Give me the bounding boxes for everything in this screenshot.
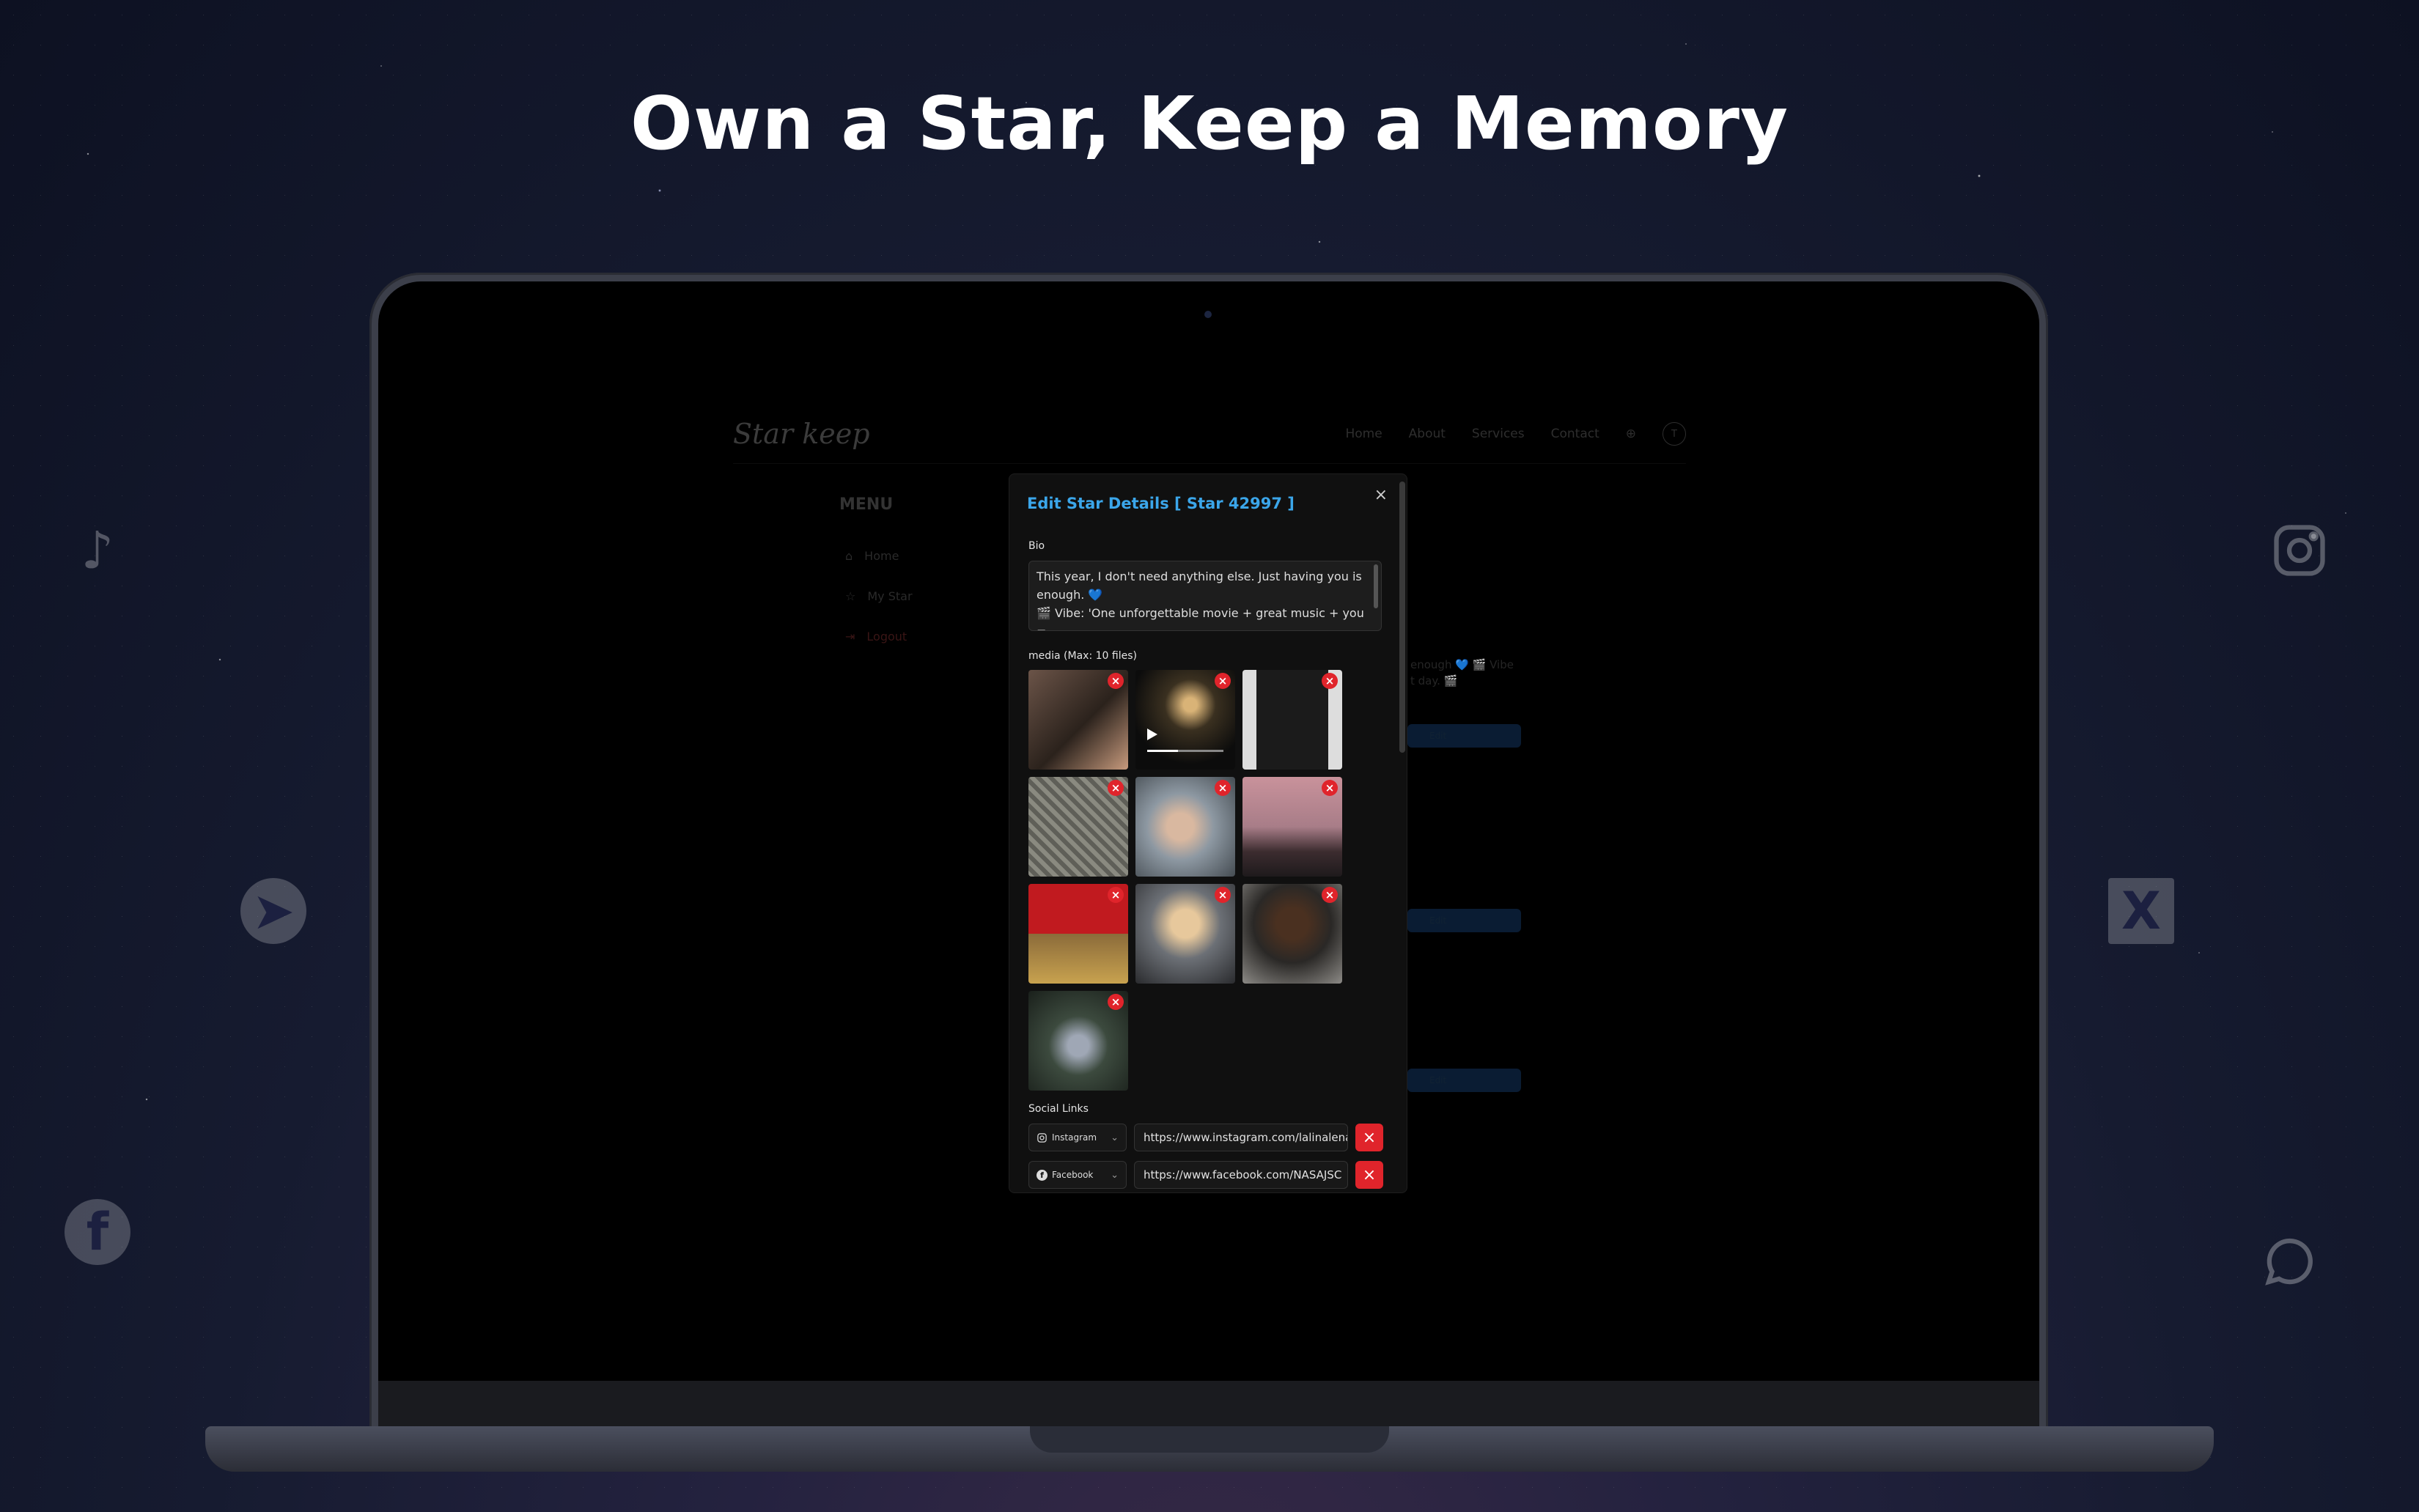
chevron-down-icon: ⌄: [1111, 1169, 1119, 1181]
media-thumbnail[interactable]: ×: [1135, 777, 1235, 877]
media-thumbnail[interactable]: ×: [1242, 777, 1342, 877]
instagram-icon: [1037, 1132, 1047, 1143]
edit-button[interactable]: Edit: [1407, 724, 1521, 748]
x-twitter-icon: X: [2108, 878, 2174, 944]
sidebar-menu: MENU ⌂ Home ☆ My Star ⇥ Logout: [839, 495, 913, 670]
edit-star-modal: Edit Star Details [ Star 42997 ] × Bio T…: [1009, 473, 1407, 1193]
nav-services[interactable]: Services: [1472, 427, 1525, 441]
sidebar-item-home[interactable]: ⌂ Home: [845, 549, 913, 563]
telegram-icon: ➤: [240, 878, 306, 944]
platform-select-value: Facebook: [1052, 1170, 1094, 1180]
logout-icon: ⇥: [845, 630, 855, 643]
sidebar-item-label: Logout: [866, 630, 907, 643]
platform-select-value: Instagram: [1052, 1132, 1097, 1143]
sidebar-item-logout[interactable]: ⇥ Logout: [845, 630, 913, 643]
bio-line: 🎬 Vibe: 'One unforgettable movie + great…: [1037, 606, 1364, 630]
remove-media-icon[interactable]: ×: [1322, 887, 1338, 903]
globe-icon[interactable]: ⊕: [1626, 427, 1636, 441]
webcam: [1204, 311, 1212, 318]
whatsapp-icon: [2256, 1228, 2322, 1294]
sidebar-item-label: My Star: [867, 589, 913, 603]
bg-bio-snippet: enough 💙 🎬 Vibe: [1410, 658, 1514, 671]
nav-about[interactable]: About: [1409, 427, 1446, 441]
close-icon: ×: [1362, 1165, 1377, 1184]
avatar[interactable]: T: [1663, 422, 1686, 446]
remove-media-icon[interactable]: ×: [1215, 673, 1231, 689]
nav-contact[interactable]: Contact: [1551, 427, 1599, 441]
instagram-icon: [2267, 517, 2333, 583]
remove-media-icon[interactable]: ×: [1108, 673, 1124, 689]
bio-line: enough. 💙: [1037, 588, 1103, 602]
remove-media-icon[interactable]: ×: [1322, 673, 1338, 689]
remove-media-icon[interactable]: ×: [1215, 887, 1231, 903]
social-link-row: Instagram ⌄ https://www.instagram.com/la…: [1028, 1124, 1383, 1151]
media-thumbnail[interactable]: ×: [1028, 777, 1128, 877]
home-icon: ⌂: [845, 549, 853, 563]
social-url-input[interactable]: https://www.instagram.com/lalinalena/: [1134, 1124, 1348, 1151]
tiktok-icon: ♪: [81, 520, 114, 580]
bio-scrollbar[interactable]: [1374, 564, 1378, 608]
modal-title: Edit Star Details [ Star 42997 ]: [1027, 495, 1295, 512]
media-grid: × × × × × × × × × ×: [1028, 670, 1351, 1091]
edit-button[interactable]: Edit: [1407, 909, 1521, 932]
social-url-input[interactable]: https://www.facebook.com/NASAJSC: [1134, 1161, 1348, 1189]
media-thumbnail[interactable]: ×: [1242, 884, 1342, 984]
remove-media-icon[interactable]: ×: [1215, 780, 1231, 796]
bio-label: Bio: [1028, 540, 1045, 552]
media-thumbnail[interactable]: ×: [1028, 670, 1128, 770]
bio-textarea[interactable]: This year, I don't need anything else. J…: [1028, 561, 1382, 631]
media-thumbnail[interactable]: ×: [1135, 884, 1235, 984]
social-link-row: f Facebook ⌄ https://www.facebook.com/NA…: [1028, 1161, 1383, 1189]
sidebar-item-my-star[interactable]: ☆ My Star: [845, 589, 913, 603]
sidebar-item-label: Home: [864, 549, 899, 563]
app-navbar: Star keep Home About Services Contact ⊕ …: [733, 405, 1686, 464]
facebook-icon: f: [1037, 1169, 1048, 1181]
media-thumbnail[interactable]: ×: [1242, 670, 1342, 770]
remove-media-icon[interactable]: ×: [1108, 994, 1124, 1010]
platform-select[interactable]: f Facebook ⌄: [1028, 1161, 1127, 1189]
platform-select[interactable]: Instagram ⌄: [1028, 1124, 1127, 1151]
star-icon: ☆: [845, 589, 856, 603]
nav-home[interactable]: Home: [1345, 427, 1382, 441]
video-progress[interactable]: [1147, 750, 1223, 752]
close-icon: ×: [1362, 1128, 1377, 1147]
facebook-icon: f: [65, 1199, 130, 1265]
edit-button[interactable]: Edit: [1407, 1069, 1521, 1092]
chevron-down-icon: ⌄: [1111, 1132, 1119, 1143]
laptop-notch: [1030, 1426, 1389, 1453]
remove-social-link-button[interactable]: ×: [1355, 1124, 1383, 1151]
media-label: media (Max: 10 files): [1028, 650, 1137, 662]
menu-title: MENU: [839, 495, 894, 514]
remove-media-icon[interactable]: ×: [1108, 887, 1124, 903]
remove-social-link-button[interactable]: ×: [1355, 1161, 1383, 1189]
bio-line: This year, I don't need anything else. J…: [1037, 569, 1362, 583]
app-logo[interactable]: Star keep: [733, 418, 870, 450]
media-thumbnail[interactable]: ×: [1028, 991, 1128, 1091]
media-thumbnail[interactable]: ×: [1028, 884, 1128, 984]
media-video-thumbnail[interactable]: ×: [1135, 670, 1235, 770]
laptop-chin: [378, 1381, 2039, 1426]
nav-links: Home About Services Contact ⊕ T: [1345, 422, 1686, 446]
bg-bio-snippet-2: t day. 🎬: [1410, 674, 1458, 687]
remove-media-icon[interactable]: ×: [1322, 780, 1338, 796]
social-links-label: Social Links: [1028, 1103, 1089, 1115]
play-icon[interactable]: [1147, 729, 1157, 740]
close-icon[interactable]: ×: [1374, 486, 1388, 504]
hero-headline: Own a Star, Keep a Memory: [630, 81, 1789, 166]
remove-media-icon[interactable]: ×: [1108, 780, 1124, 796]
modal-scrollbar[interactable]: [1399, 482, 1405, 753]
